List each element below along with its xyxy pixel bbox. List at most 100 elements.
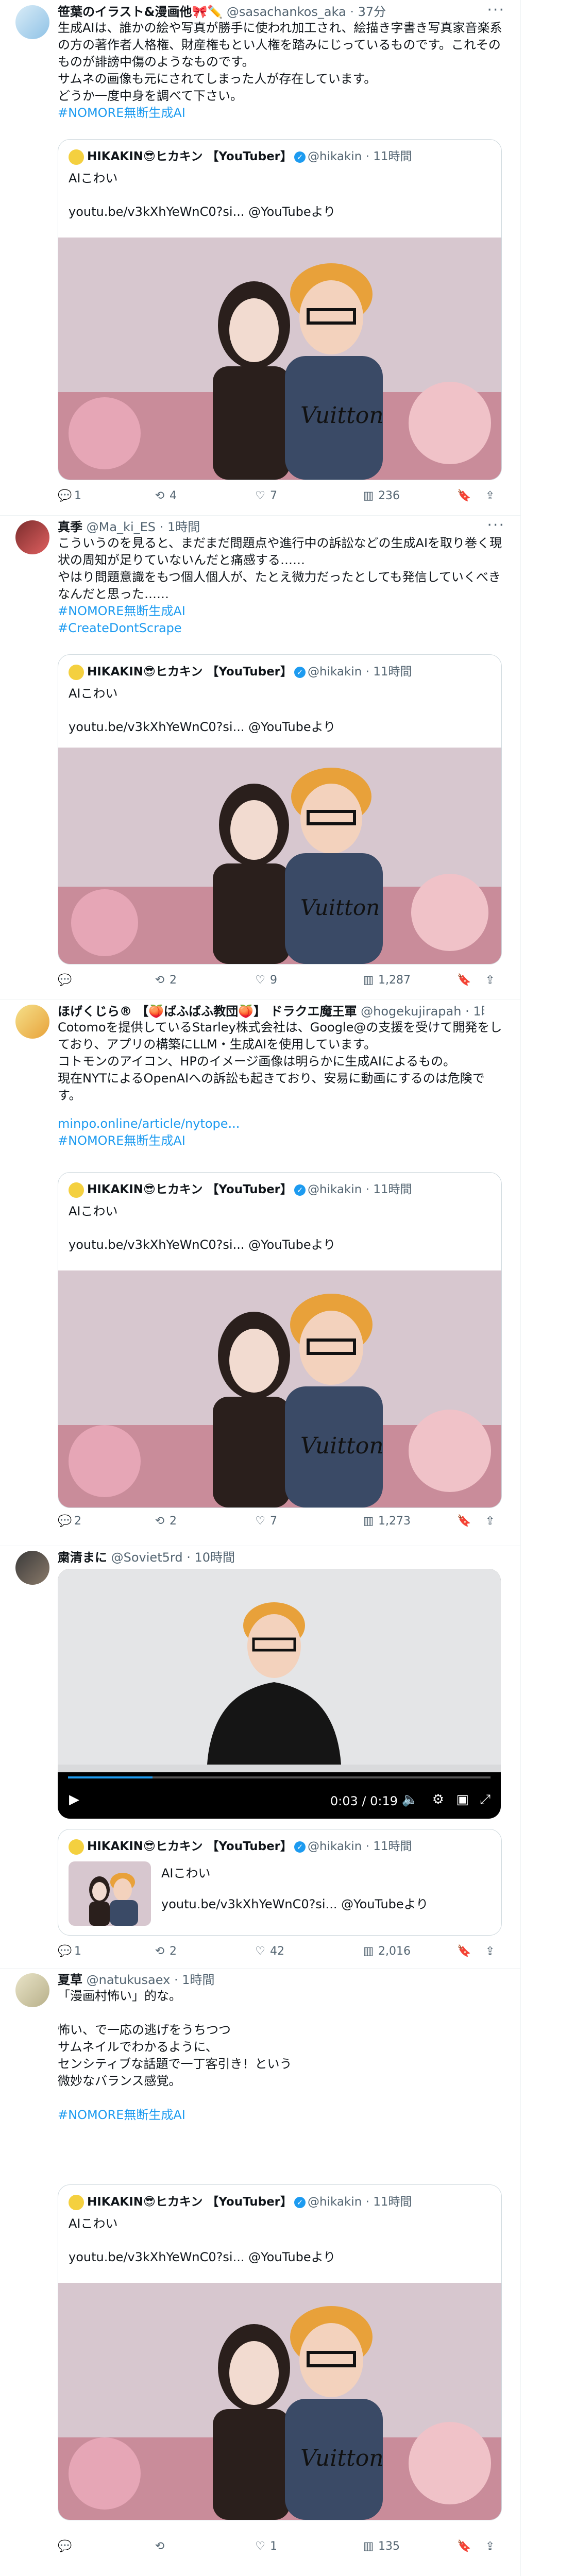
avatar[interactable] (15, 1973, 49, 2007)
avatar[interactable] (15, 1551, 49, 1585)
retweet-icon: ⟲ (155, 1515, 165, 1528)
quoted-post[interactable]: HIKAKIN😎ヒカキン 【YouTuber】 ✓ @hikakin · 11時間 … (58, 1172, 502, 1508)
reply-button[interactable]: 💬 2 (58, 1515, 81, 1528)
reply-count: 1 (74, 1945, 81, 1958)
views-button[interactable]: ▥ 236 (362, 489, 400, 502)
play-icon[interactable]: ▶ (69, 1792, 79, 1807)
avatar[interactable] (15, 5, 49, 39)
hashtag[interactable]: #NOMORE無断生成AI (58, 105, 505, 122)
retweet-icon: ⟲ (155, 974, 165, 987)
like-button[interactable]: ♡ 1 (253, 2540, 277, 2553)
author-name[interactable]: 真季 (58, 520, 82, 534)
author-handle[interactable]: @Ma_ki_ES (87, 520, 156, 534)
post-2[interactable]: 真季 @Ma_ki_ES · 1時間 ··· こういうのを見ると、まだまだ問題点… (0, 515, 520, 1000)
author-handle[interactable]: @sasachankos_aka (227, 5, 346, 19)
author-handle[interactable]: @natukusaex (87, 1973, 171, 1987)
more-icon[interactable]: ··· (487, 1, 505, 19)
quoted-post[interactable]: HIKAKIN😎ヒカキン 【YouTuber】 ✓ @hikakin · 11時間 … (58, 654, 502, 964)
hashtag[interactable]: #NOMORE無断生成AI (58, 1132, 505, 1149)
retweet-button[interactable]: ⟲ 4 (153, 489, 177, 502)
post-text: 「漫画村怖い」的な。 怖い、で一応の逃げをうちつつ サムネイルでわかるように、 … (58, 1988, 505, 2124)
settings-icon[interactable]: ⚙ (432, 1792, 444, 1807)
share-icon[interactable]: ⇪ (485, 2540, 495, 2553)
hashtag[interactable]: #CreateDontScrape (58, 620, 505, 637)
author-name[interactable]: 笹葉のイラスト&漫画他🎀✏️ (58, 5, 223, 19)
video-progress-bar[interactable] (68, 1776, 491, 1778)
quoted-post[interactable]: HIKAKIN😎ヒカキン 【YouTuber】 ✓ @hikakin · 11時間 … (58, 2184, 502, 2520)
bookmark-icon[interactable]: 🔖 (457, 2540, 471, 2553)
avatar[interactable] (15, 520, 49, 554)
author-handle[interactable]: @Soviet5rd (111, 1550, 183, 1565)
fullscreen-icon[interactable]: ⤢ (480, 1792, 491, 1808)
reply-button[interactable]: 💬 (58, 974, 74, 987)
retweet-button[interactable]: ⟲ 2 (153, 1515, 177, 1528)
post-time[interactable]: 1時間 (182, 1973, 214, 1987)
post-4[interactable]: 粛清まに @Soviet5rd · 10時間 ▶ 0:03 / 0:19 🔈 ⚙ (0, 1546, 520, 1969)
quote-author-name: HIKAKIN😎ヒカキン 【YouTuber】 (87, 2195, 293, 2209)
retweet-button[interactable]: ⟲ (153, 2540, 170, 2553)
quote-text: AIこわい (69, 171, 118, 185)
post-time[interactable]: 1時間 (167, 520, 200, 534)
views-button[interactable]: ▥ 135 (362, 2540, 400, 2553)
quoted-post[interactable]: HIKAKIN😎ヒカキン 【YouTuber】 ✓ @hikakin · 11時間 … (58, 1829, 502, 1936)
article-link[interactable]: minpo.online/article/nytope... (58, 1115, 505, 1132)
reply-button[interactable]: 💬 1 (58, 489, 81, 502)
share-icon[interactable]: ⇪ (485, 1515, 495, 1528)
share-icon[interactable]: ⇪ (485, 974, 495, 987)
action-bar: 💬 ⟲ 2 ♡ 9 ▥ 1,287 🔖 ⇪ (58, 974, 501, 989)
text-line: サムネの画像も元にされてしまった人が存在しています。 (58, 72, 377, 86)
like-button[interactable]: ♡ 7 (253, 1515, 277, 1528)
post-1[interactable]: 笹葉のイラスト&漫画他🎀✏️ @sasachankos_aka · 37分 ··… (0, 0, 520, 516)
like-button[interactable]: ♡ 42 (253, 1945, 284, 1958)
views-button[interactable]: ▥ 2,016 (362, 1945, 411, 1958)
volume-icon[interactable]: 🔈 (402, 1792, 418, 1807)
hashtag[interactable]: #NOMORE無断生成AI (58, 2107, 505, 2124)
quote-header: HIKAKIN😎ヒカキン 【YouTuber】 ✓ @hikakin · 11時間 (69, 1182, 412, 1198)
like-button[interactable]: ♡ 7 (253, 489, 277, 502)
views-button[interactable]: ▥ 1,287 (362, 974, 411, 987)
author-handle[interactable]: @hogekujirapah (361, 1004, 461, 1019)
quote-handle: @hikakin (308, 1183, 362, 1196)
post-5[interactable]: 夏草 @natukusaex · 1時間 「漫画村怖い」的な。 怖い、で一応の逃… (0, 1968, 520, 2576)
post-time[interactable]: 37分 (358, 5, 386, 19)
bookmark-icon[interactable]: 🔖 (457, 974, 471, 987)
quote-text: AIこわい (69, 1204, 118, 1218)
author-name[interactable]: ほげくじら® 【🍑ばふばふ教団🍑】 ドラクエ魔王軍 (58, 1004, 357, 1019)
like-button[interactable]: ♡ 9 (253, 974, 277, 987)
video-player[interactable]: ▶ 0:03 / 0:19 🔈 ⚙ ▣ ⤢ (58, 1569, 501, 1819)
quote-header: HIKAKIN😎ヒカキン 【YouTuber】 ✓ @hikakin · 11時間 (69, 1839, 412, 1855)
views-count: 2,016 (378, 1945, 411, 1958)
retweet-button[interactable]: ⟲ 2 (153, 1945, 177, 1958)
views-button[interactable]: ▥ 1,273 (362, 1515, 411, 1528)
views-icon: ▥ (363, 1515, 374, 1528)
hashtag[interactable]: #NOMORE無断生成AI (58, 603, 505, 620)
author-name[interactable]: 粛清まに (58, 1550, 107, 1565)
author-name[interactable]: 夏草 (58, 1973, 82, 1987)
reply-button[interactable]: 💬 (58, 2540, 74, 2553)
more-icon[interactable]: ··· (487, 516, 505, 534)
verified-icon: ✓ (294, 1841, 306, 1853)
action-bar: 💬 1 ⟲ 4 ♡ 7 ▥ 236 🔖 ⇪ (58, 489, 501, 505)
pip-icon[interactable]: ▣ (456, 1792, 469, 1807)
share-icon[interactable]: ⇪ (485, 1945, 495, 1958)
reply-count: 2 (74, 1515, 81, 1528)
quote-avatar (69, 1182, 84, 1198)
avatar[interactable] (15, 1005, 49, 1039)
quoted-post[interactable]: HIKAKIN😎ヒカキン 【YouTuber】 ✓ @hikakin · 11時間 … (58, 139, 502, 480)
share-icon[interactable]: ⇪ (485, 489, 495, 502)
post-3[interactable]: ほげくじら® 【🍑ばふばふ教団🍑】 ドラクエ魔王軍 @hogekujirapah… (0, 999, 520, 1546)
retweet-button[interactable]: ⟲ 2 (153, 974, 177, 987)
post-time[interactable]: 10時間 (194, 1550, 235, 1565)
post-time[interactable]: 1時間 (473, 1004, 484, 1019)
quote-avatar (69, 1839, 84, 1855)
quote-handle: @hikakin (308, 665, 362, 679)
bookmark-icon[interactable]: 🔖 (457, 1945, 471, 1958)
thumbnail-image (69, 1861, 151, 1926)
reply-button[interactable]: 💬 1 (58, 1945, 81, 1958)
post-header: 笹葉のイラスト&漫画他🎀✏️ @sasachankos_aka · 37分 (58, 5, 386, 19)
like-count: 42 (270, 1945, 284, 1958)
thumbnail-image: Vuitton (58, 1270, 501, 1507)
bookmark-icon[interactable]: 🔖 (457, 489, 471, 502)
text-line: 怖い、で一応の逃げをうちつつ (58, 2023, 231, 2037)
bookmark-icon[interactable]: 🔖 (457, 1515, 471, 1528)
